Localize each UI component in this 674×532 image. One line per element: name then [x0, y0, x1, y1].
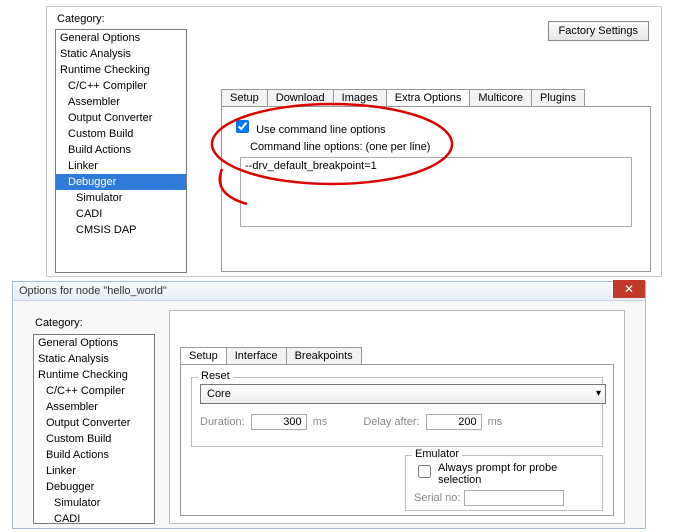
- tabpage-setup: Reset Core Duration: ms Delay after: ms …: [180, 364, 614, 516]
- cat-output-converter[interactable]: Output Converter: [34, 415, 154, 431]
- tabstrip-top: Setup Download Images Extra Options Mult…: [221, 89, 584, 106]
- reset-group-title: Reset: [198, 370, 233, 382]
- category-label: Category:: [57, 13, 105, 25]
- use-command-line-label: Use command line options: [256, 124, 386, 136]
- options-panel-top: Category: General Options Static Analysi…: [46, 6, 662, 277]
- cat-output-converter[interactable]: Output Converter: [56, 110, 186, 126]
- cat-runtime-checking[interactable]: Runtime Checking: [56, 62, 186, 78]
- cat-general-options[interactable]: General Options: [56, 30, 186, 46]
- always-prompt-label: Always prompt for probe selection: [438, 462, 588, 486]
- category-list[interactable]: General Options Static Analysis Runtime …: [55, 29, 187, 273]
- tabstrip-bot: Setup Interface Breakpoints: [180, 347, 361, 364]
- cat-build-actions[interactable]: Build Actions: [34, 447, 154, 463]
- cat-custom-build[interactable]: Custom Build: [56, 126, 186, 142]
- cat-runtime-checking[interactable]: Runtime Checking: [34, 367, 154, 383]
- delay-unit: ms: [488, 416, 503, 428]
- cat-debugger[interactable]: Debugger: [34, 479, 154, 495]
- cat-simulator[interactable]: Simulator: [56, 190, 186, 206]
- cat-simulator[interactable]: Simulator: [34, 495, 154, 511]
- cat-static-analysis[interactable]: Static Analysis: [56, 46, 186, 62]
- tab-download[interactable]: Download: [267, 89, 334, 106]
- cat-cadi[interactable]: CADI: [34, 511, 154, 524]
- cat-debugger[interactable]: Debugger: [56, 174, 186, 190]
- category-label: Category:: [35, 317, 83, 329]
- cat-assembler[interactable]: Assembler: [34, 399, 154, 415]
- use-command-line-checkbox[interactable]: [236, 120, 249, 133]
- use-cmd-row: Use command line options: [232, 117, 386, 136]
- cat-build-actions[interactable]: Build Actions: [56, 142, 186, 158]
- reset-dropdown-value: Core: [207, 388, 231, 400]
- cat-custom-build[interactable]: Custom Build: [34, 431, 154, 447]
- cat-linker[interactable]: Linker: [34, 463, 154, 479]
- command-line-textarea[interactable]: --drv_default_breakpoint=1: [240, 157, 632, 227]
- titlebar: Options for node "hello_world" ✕: [13, 282, 645, 301]
- tab-images[interactable]: Images: [333, 89, 387, 106]
- tab-setup[interactable]: Setup: [180, 347, 227, 364]
- options-dialog-bottom: Options for node "hello_world" ✕ Categor…: [12, 281, 646, 529]
- cmd-lines-label: Command line options: (one per line): [250, 141, 430, 153]
- category-list[interactable]: General Options Static Analysis Runtime …: [33, 334, 155, 524]
- tab-setup[interactable]: Setup: [221, 89, 268, 106]
- tab-plugins[interactable]: Plugins: [531, 89, 585, 106]
- window-title: Options for node "hello_world": [19, 285, 167, 297]
- tab-multicore[interactable]: Multicore: [469, 89, 532, 106]
- right-main-panel: Setup Interface Breakpoints Reset Core D…: [169, 310, 625, 524]
- duration-input[interactable]: [251, 414, 307, 430]
- command-line-value: --drv_default_breakpoint=1: [245, 160, 377, 172]
- cat-cmsis-dap[interactable]: CMSIS DAP: [56, 222, 186, 238]
- tab-extra-options[interactable]: Extra Options: [386, 89, 471, 106]
- duration-unit: ms: [313, 416, 328, 428]
- always-prompt-checkbox[interactable]: [418, 465, 431, 478]
- duration-label: Duration:: [200, 416, 245, 428]
- delay-label: Delay after:: [363, 416, 419, 428]
- cat-cpp-compiler[interactable]: C/C++ Compiler: [34, 383, 154, 399]
- serial-input[interactable]: [464, 490, 564, 506]
- tab-breakpoints[interactable]: Breakpoints: [286, 347, 362, 364]
- cat-general-options[interactable]: General Options: [34, 335, 154, 351]
- emulator-group: Emulator Always prompt for probe selecti…: [405, 455, 603, 511]
- delay-input[interactable]: [426, 414, 482, 430]
- close-button[interactable]: ✕: [613, 280, 645, 298]
- emulator-group-title: Emulator: [412, 448, 462, 460]
- cat-static-analysis[interactable]: Static Analysis: [34, 351, 154, 367]
- reset-group: Reset Core Duration: ms Delay after: ms: [191, 377, 603, 447]
- cat-assembler[interactable]: Assembler: [56, 94, 186, 110]
- reset-dropdown[interactable]: Core: [200, 384, 606, 404]
- cat-linker[interactable]: Linker: [56, 158, 186, 174]
- close-icon: ✕: [624, 282, 634, 296]
- cat-cadi[interactable]: CADI: [56, 206, 186, 222]
- serial-label: Serial no:: [414, 492, 460, 504]
- cat-cpp-compiler[interactable]: C/C++ Compiler: [56, 78, 186, 94]
- tabpage-extra-options: Use command line options Command line op…: [221, 106, 651, 272]
- factory-settings-button[interactable]: Factory Settings: [548, 21, 649, 41]
- tab-interface[interactable]: Interface: [226, 347, 287, 364]
